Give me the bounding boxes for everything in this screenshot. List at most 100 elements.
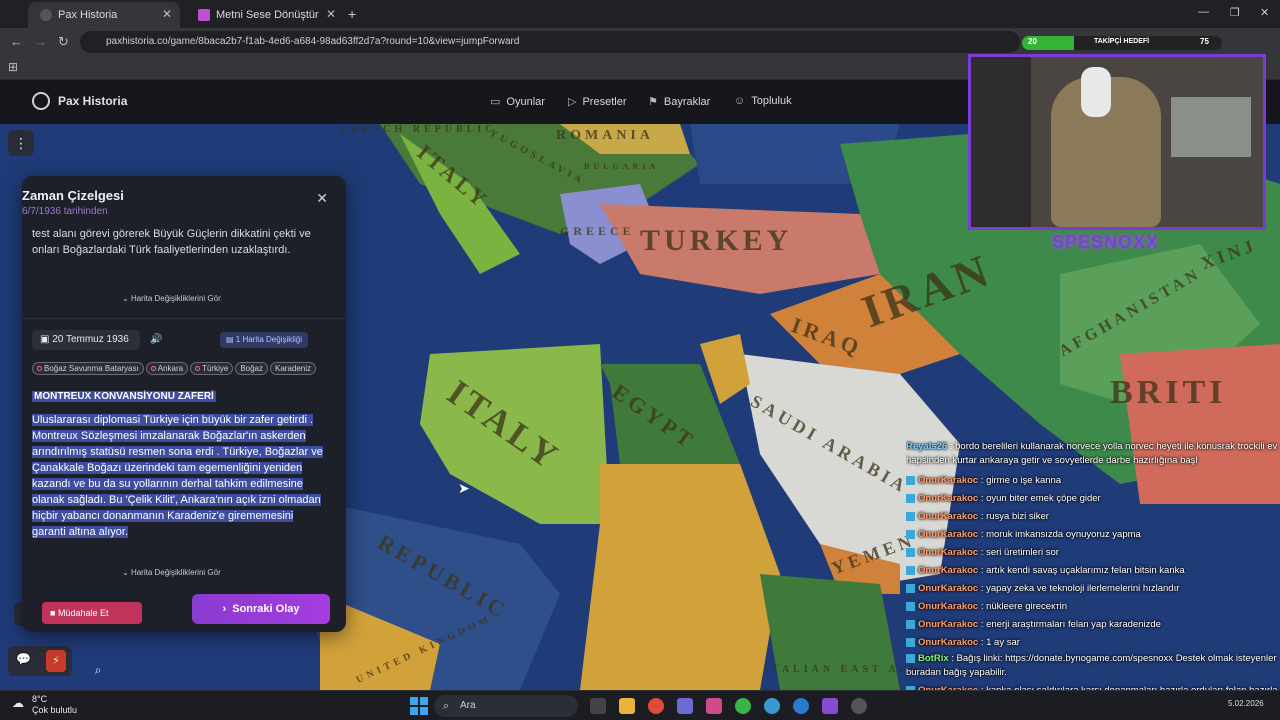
map-changes-link[interactable]: ⌄ Harita Değişikliklerini Gör (122, 294, 221, 303)
apps-icon[interactable]: ⊞ (8, 60, 18, 74)
weather-widget[interactable]: ☁ 8°C Çok bulutlu (12, 694, 77, 716)
map-change-badge[interactable]: ▤ 1 Harita Değişikliği (220, 332, 309, 348)
task-view-icon[interactable] (590, 698, 606, 714)
tag-chip[interactable]: Boğaz Savunma Bataryası (32, 362, 144, 375)
chat-text: seri üretimleri sor (986, 547, 1059, 558)
panel-subtitle: 6/7/1936 tarihinden (22, 206, 108, 217)
chevron-down-icon: ⌄ (122, 568, 131, 577)
close-icon[interactable]: ✕ (162, 7, 172, 21)
badge-icon (906, 637, 915, 647)
chat-user: Reyals26 (906, 441, 948, 452)
map-label: TURKEY (640, 224, 793, 257)
follower-goal-label: TAKİPÇİ HEDEFİ (1094, 38, 1150, 45)
event-body: Uluslararası diplomasi Türkiye için büyü… (32, 412, 324, 540)
timeline-panel: Zaman Çizelgesi 6/7/1936 tarihinden ✕ te… (22, 176, 346, 632)
tag-label: Boğaz (240, 364, 263, 373)
map-icon: ▤ (226, 335, 236, 344)
taskbar-date: 5.02.2026 (1228, 699, 1264, 708)
tag-chip[interactable]: Türkiye (190, 362, 234, 375)
back-icon[interactable]: ← (10, 34, 23, 49)
browser-tab-bar: Pax Historia ✕ Metni Sese Dönüştür ✕ + —… (0, 0, 1280, 28)
follower-current: 20 (1028, 37, 1037, 46)
chevron-down-icon: ⌄ (122, 294, 131, 303)
close-window-icon[interactable]: ✕ (1260, 6, 1269, 19)
favicon-icon (198, 9, 210, 21)
speech-bubble-icon[interactable]: 💬 (16, 652, 31, 666)
sudan-region (580, 464, 780, 690)
chat-message: BotRix : Bağış linki: https://donate.byn… (906, 653, 1277, 678)
chrome-icon[interactable] (648, 698, 664, 714)
windows-start-icon[interactable] (410, 697, 428, 715)
cloud-icon: ☁ (12, 696, 24, 710)
badge-icon (906, 475, 915, 485)
cursor-icon: ➤ (458, 480, 470, 496)
users-icon: ☺ (734, 95, 746, 107)
tag-chip[interactable]: Karadeniz (270, 362, 317, 375)
menu-kebab-icon[interactable]: ⋮ (8, 130, 34, 156)
lightning-icon[interactable]: ⚡ (46, 650, 66, 672)
taskbar-search-input[interactable]: ⌕ Ara (434, 695, 578, 717)
logo[interactable]: Pax Historia (32, 92, 127, 110)
tag-label: Ankara (157, 364, 184, 373)
map-label: GREECE (560, 224, 635, 238)
dot-icon (195, 366, 201, 372)
webcam-overlay (968, 54, 1266, 230)
chat-user: OnurKarakoc (918, 565, 979, 576)
badge-icon (906, 547, 915, 557)
chat-message: OnurKarakoc : enerji araştırmaları felan… (906, 616, 1280, 634)
instagram-icon[interactable] (706, 698, 722, 714)
chat-message: Reyals26 : bordo berelileri kullanarak n… (906, 441, 1278, 466)
nav-label: Presetler (582, 95, 627, 108)
map-changes-link[interactable]: ⌄ Harita Değişikliklerini Gör (122, 568, 221, 577)
tab-metni-sese[interactable]: Metni Sese Dönüştür ✕ (186, 2, 344, 28)
minimize-icon[interactable]: — (1198, 6, 1209, 18)
whatsapp-icon[interactable] (735, 698, 751, 714)
play-icon: ▷ (568, 96, 577, 108)
vpn-icon[interactable] (677, 698, 693, 714)
nav-presetler[interactable]: ▷ Presetler (568, 95, 627, 109)
chat-text: yapay zeka ve teknoloji ilerlemelerini h… (986, 583, 1180, 594)
tag-list: Boğaz Savunma Bataryası Ankara Türkiye Boğa… (32, 358, 332, 377)
background-furniture (1171, 97, 1251, 157)
maximize-icon[interactable]: ❐ (1230, 6, 1240, 19)
chat-text: oyun biter emek çöpe gider (986, 493, 1101, 504)
previous-event-text: test alanı görevi görerek Büyük Güçlerin… (32, 228, 311, 256)
event-headline: MONTREUX KONVANSİYONU ZAFERİ (32, 391, 216, 402)
nav-label: Oyunlar (506, 95, 545, 108)
forward-icon[interactable]: → (34, 34, 47, 49)
search-icon[interactable]: ⌕ (86, 658, 110, 682)
chat-user: OnurKarakoc (918, 511, 979, 522)
app-icon[interactable] (822, 698, 838, 714)
close-icon[interactable]: ✕ (326, 7, 336, 21)
next-event-button[interactable]: › Sonraki Olay (192, 594, 330, 624)
streamer-logo: SPESNOXX (1052, 232, 1159, 253)
reload-icon[interactable]: ↻ (58, 34, 69, 50)
chat-user: OnurKarakoc (918, 475, 979, 486)
chat-user: OnurKarakoc (918, 583, 979, 594)
nav-bayraklar[interactable]: ⚑ Bayraklar (648, 95, 710, 109)
edge-icon[interactable] (793, 698, 809, 714)
nav-topluluk[interactable]: ☺ Topluluk (734, 95, 792, 107)
favicon-icon (40, 9, 52, 21)
tag-chip[interactable]: Boğaz (235, 362, 268, 375)
telegram-icon[interactable] (764, 698, 780, 714)
nav-oyunlar[interactable]: ▭ Oyunlar (490, 95, 545, 109)
close-icon[interactable]: ✕ (316, 190, 328, 207)
tag-label: Boğaz Savunma Bataryası (44, 364, 139, 373)
tag-chip[interactable]: Ankara (145, 362, 189, 375)
headphones (1081, 67, 1111, 117)
tab-pax-historia[interactable]: Pax Historia ✕ (28, 2, 180, 28)
url-input[interactable]: paxhistoria.co/game/8baca2b7-f1ab-4ed6-a… (80, 31, 1020, 53)
follower-target: 75 (1200, 37, 1209, 46)
file-explorer-icon[interactable] (619, 698, 635, 714)
new-tab-icon[interactable]: + (348, 6, 356, 22)
speaker-icon[interactable]: 🔊 (150, 334, 162, 345)
chat-message: OnurKarakoc : 1 ay sar (906, 634, 1280, 652)
intervene-button[interactable]: ■ Müdahale Et (42, 602, 142, 624)
chat-text: enerji araştırmaları felan yap karadeniz… (986, 619, 1161, 630)
obs-icon[interactable] (851, 698, 867, 714)
chat-user: OnurKarakoc (918, 493, 979, 504)
chat-text: bordo berelileri kullanarak norvece yoll… (906, 441, 1278, 466)
chat-message: OnurKarakoc : yapay zeka ve teknoloji il… (906, 580, 1280, 598)
badge-icon (906, 619, 915, 629)
